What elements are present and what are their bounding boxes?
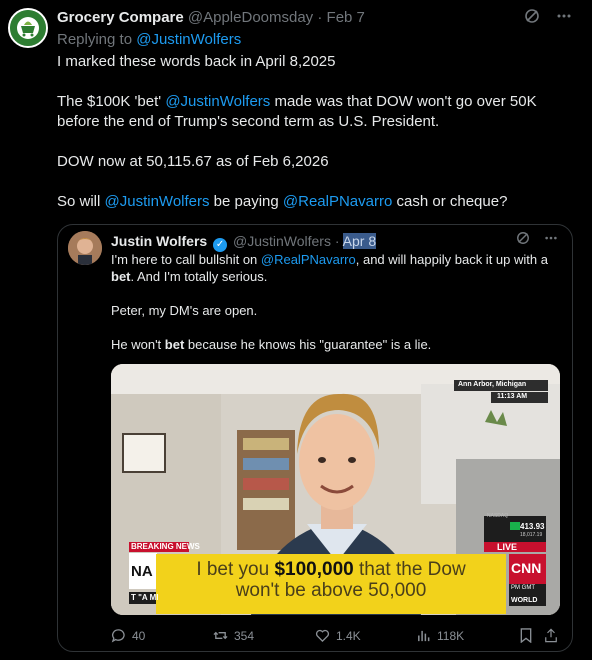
lower-third-subline: T "A MI: [131, 593, 159, 602]
justin-wolfers-photo: [68, 231, 102, 265]
quote-paragraph-1: I'm here to call bullshit on @RealPNavar…: [111, 251, 566, 285]
para2-text-a: The $100K 'bet': [57, 93, 166, 110]
more-icon[interactable]: [544, 231, 558, 245]
quote-avatar[interactable]: [68, 231, 102, 265]
quote-line3-bold: bet: [164, 337, 185, 352]
video-player[interactable]: Ann Arbor, Michigan 11:13 AM BREAKING NE…: [111, 364, 560, 615]
replying-handle[interactable]: @JustinWolfers: [136, 31, 241, 48]
quote-header-actions: [516, 231, 558, 245]
like-button[interactable]: 1.4K: [315, 628, 361, 643]
mention-justinwolfers[interactable]: @JustinWolfers: [105, 193, 210, 210]
ticker-sub: 18,017.19: [520, 532, 543, 538]
tweet-paragraph-4: So will @JustinWolfers be paying @RealPN…: [57, 192, 577, 212]
separator: ·: [313, 9, 327, 26]
ticker-value: 413.93: [520, 522, 545, 531]
tweet-header-actions: [524, 8, 572, 24]
quote-paragraph-2: Peter, my DM's are open.: [111, 303, 258, 318]
replying-prefix: Replying to: [57, 31, 137, 48]
quote-line3-a: He won't: [111, 337, 165, 352]
quote-header: Justin Wolfers ✓ @JustinWolfers · Apr 8: [111, 233, 377, 252]
bookmark-icon[interactable]: [519, 628, 533, 643]
breaking-news-label: BREAKING NEWS: [131, 542, 200, 551]
tweet-date[interactable]: Feb 7: [327, 9, 365, 26]
grocery-compare-logo: [10, 10, 46, 46]
verified-icon: ✓: [213, 238, 228, 252]
caption-text-b: that the Dow: [353, 559, 466, 580]
ticker-label: NASDAQ: [487, 513, 509, 519]
tweet-paragraph-3: DOW now at 50,115.67 as of Feb 6,2026: [57, 153, 329, 170]
action-bar: 40 354 1.4K 118K: [111, 628, 561, 644]
para4-text-a: So will: [57, 193, 105, 210]
views-icon: [418, 630, 430, 642]
replying-to: Replying to @JustinWolfers: [57, 31, 241, 48]
views-button[interactable]: 118K: [416, 628, 464, 643]
like-icon: [316, 629, 329, 643]
repost-icon: [213, 631, 228, 640]
like-count: 1.4K: [336, 628, 361, 643]
mention-realpnavarro[interactable]: @RealPNavarro: [261, 252, 356, 267]
avatar[interactable]: [8, 8, 48, 48]
tweet-header: Grocery Compare @AppleDoomsday · Feb 7: [57, 9, 365, 26]
quote-text: I'm here to call bullshit on @RealPNavar…: [111, 251, 566, 370]
caption-text-a: I bet you: [196, 559, 275, 580]
para4-text-c: cash or cheque?: [392, 193, 508, 210]
quote-date[interactable]: Apr 8: [342, 233, 377, 249]
quote-display-name[interactable]: Justin Wolfers: [111, 233, 207, 249]
handle[interactable]: @AppleDoomsday: [188, 9, 313, 26]
views-count: 118K: [437, 628, 465, 643]
quote-line1-c: . And I'm totally serious.: [130, 269, 268, 284]
tweet-paragraph-2: The $100K 'bet' @JustinWolfers made was …: [57, 92, 577, 132]
quote-line1-a: I'm here to call bullshit on: [111, 252, 261, 267]
caption-bold: $100,000: [274, 559, 354, 580]
network-world: WORLD: [511, 597, 538, 604]
quote-paragraph-3: He won't bet because he knows his "guara…: [111, 336, 566, 353]
reply-count: 40: [132, 628, 146, 643]
repost-button[interactable]: 354: [213, 628, 254, 643]
tweet-paragraph-1: I marked these words back in April 8,202…: [57, 53, 336, 70]
video-location: Ann Arbor, Michigan: [458, 381, 527, 388]
quoted-tweet[interactable]: Justin Wolfers ✓ @JustinWolfers · Apr 8 …: [57, 224, 573, 652]
repost-count: 354: [234, 628, 255, 643]
mention-realpnavarro[interactable]: @RealPNavarro: [283, 193, 392, 210]
network-logo: CNN: [511, 560, 542, 576]
video-time: 11:13 AM: [497, 393, 528, 400]
video-caption: I bet you $100,000 that the Dow won't be…: [156, 559, 506, 601]
quote-line3-b: because he knows his "guarantee" is a li…: [184, 337, 432, 352]
network-time-zone: PM GMT: [511, 585, 535, 591]
para4-text-b: be paying: [209, 193, 283, 210]
quote-line1-bold: bet: [111, 269, 131, 284]
quote-handle[interactable]: @JustinWolfers: [233, 233, 331, 249]
reply-icon: [111, 629, 125, 643]
reply-button[interactable]: 40: [111, 628, 145, 643]
caption-line-2: won't be above 50,000: [235, 580, 427, 601]
grok-icon[interactable]: [524, 8, 540, 24]
tweet-text: I marked these words back in April 8,202…: [57, 52, 577, 232]
grok-icon[interactable]: [516, 231, 530, 245]
lower-third-headline: NA: [131, 563, 153, 580]
share-icon[interactable]: [544, 628, 558, 643]
quote-line1-b: , and will happily back it up with a: [355, 252, 548, 267]
live-badge: LIVE: [497, 542, 518, 552]
display-name[interactable]: Grocery Compare: [57, 9, 184, 26]
more-icon[interactable]: [556, 8, 572, 24]
separator: ·: [330, 233, 343, 249]
mention-justinwolfers[interactable]: @JustinWolfers: [165, 93, 270, 110]
